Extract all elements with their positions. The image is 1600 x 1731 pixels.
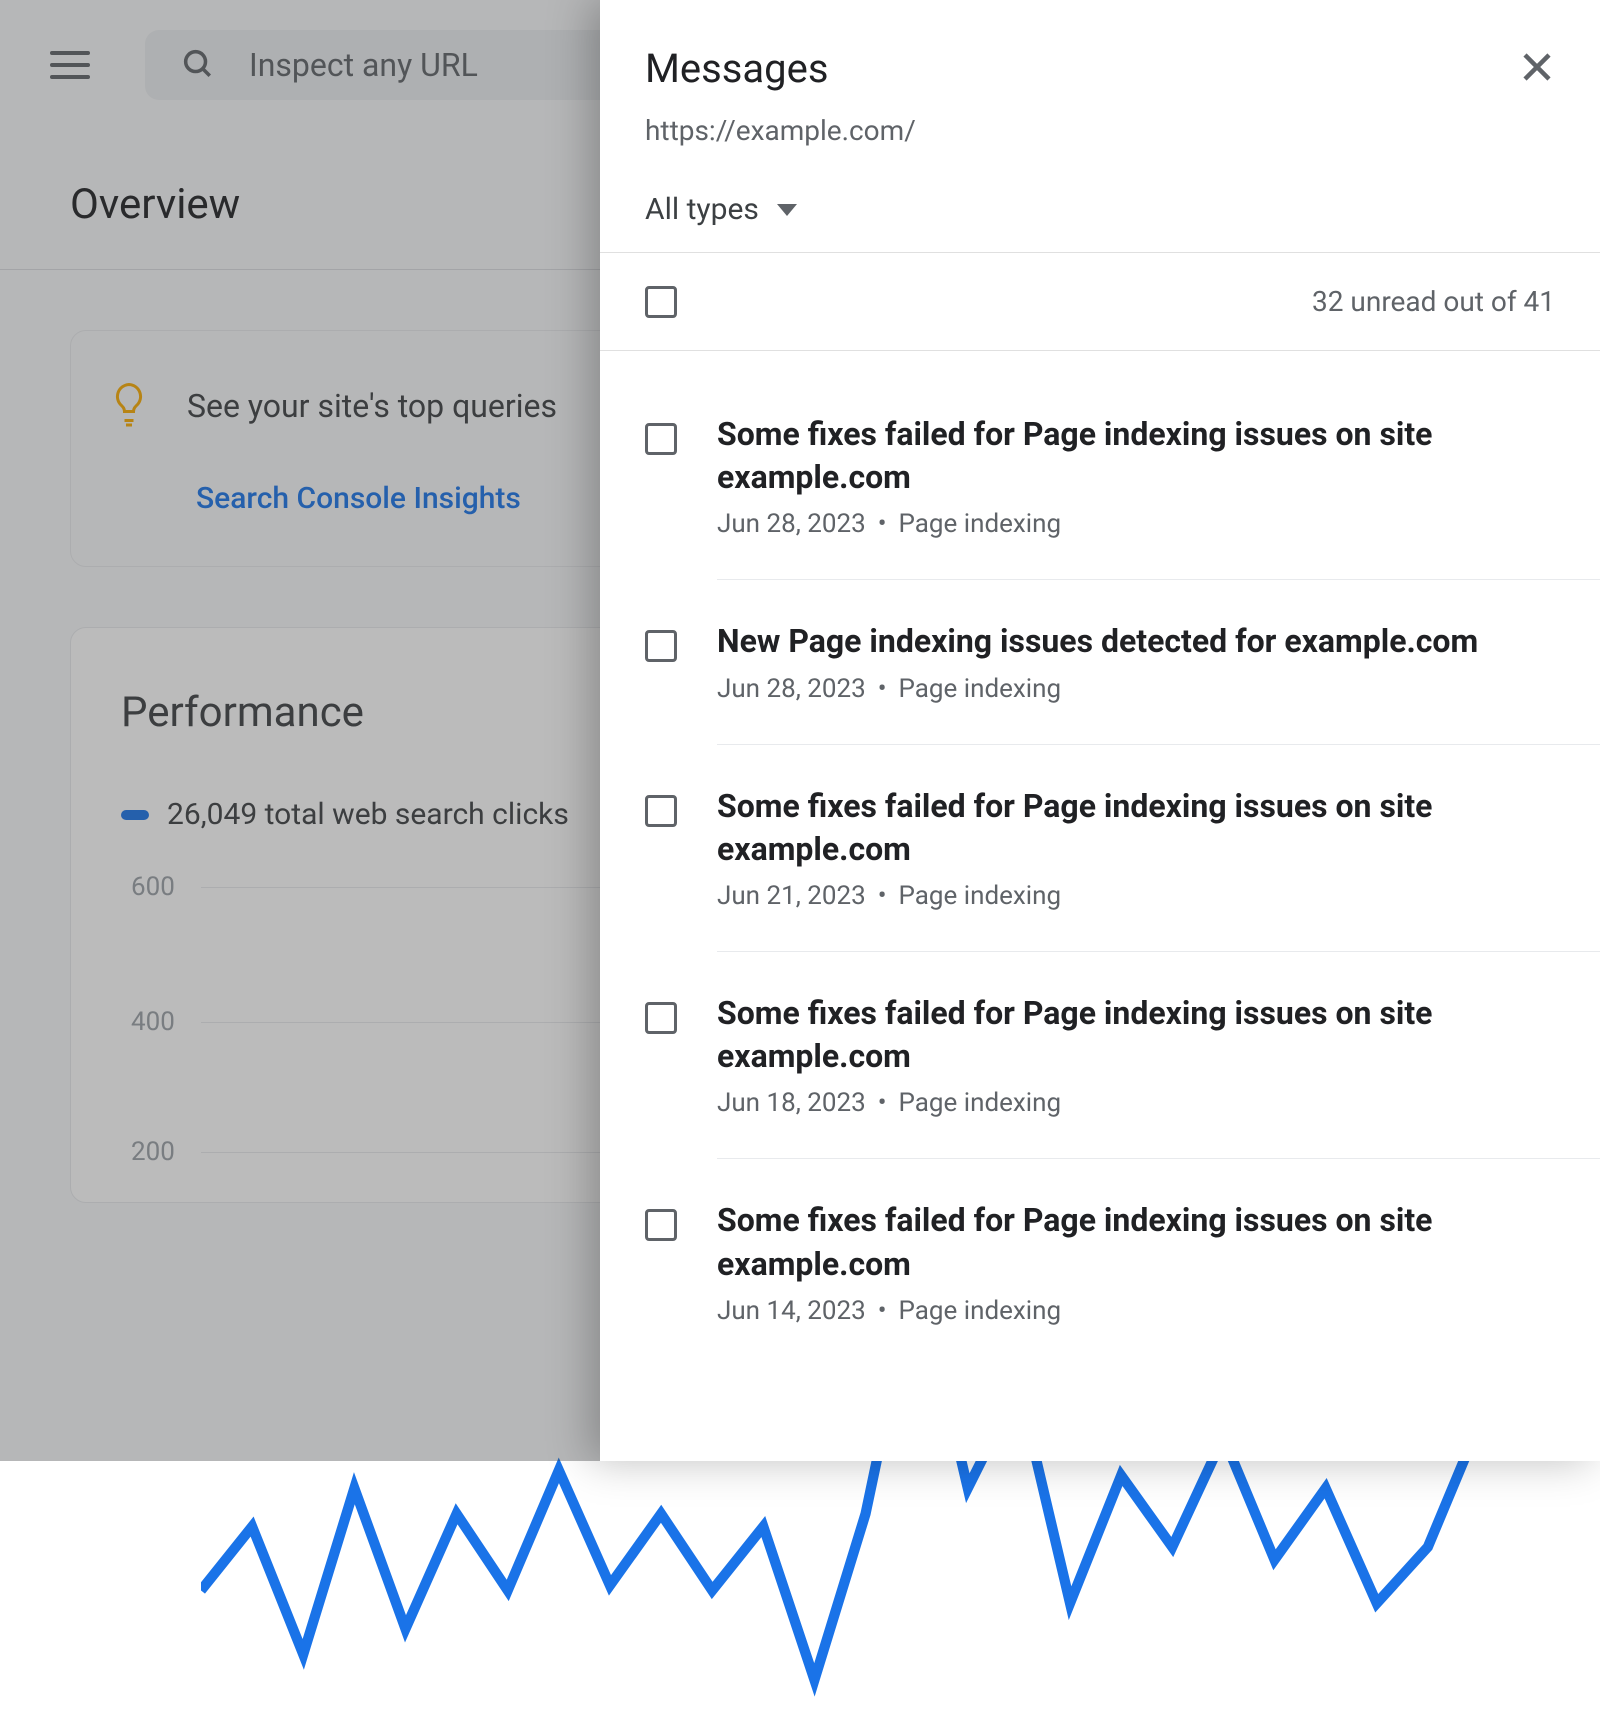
type-filter-dropdown[interactable]: All types	[645, 192, 1555, 227]
message-meta: Jun 18, 2023 • Page indexing	[717, 1088, 1555, 1118]
message-title: Some fixes failed for Page indexing issu…	[717, 992, 1555, 1078]
message-item[interactable]: Some fixes failed for Page indexing issu…	[600, 391, 1600, 561]
message-item[interactable]: Some fixes failed for Page indexing issu…	[600, 1177, 1600, 1347]
message-item[interactable]: New Page indexing issues detected for ex…	[600, 598, 1600, 725]
message-category: Page indexing	[899, 881, 1062, 911]
message-checkbox[interactable]	[645, 1002, 677, 1034]
close-button[interactable]	[1519, 49, 1555, 89]
message-meta: Jun 28, 2023 • Page indexing	[717, 509, 1555, 539]
message-item[interactable]: Some fixes failed for Page indexing issu…	[600, 970, 1600, 1140]
message-date: Jun 21, 2023	[717, 881, 866, 911]
message-checkbox[interactable]	[645, 1209, 677, 1241]
panel-site-url: https://example.com/	[645, 114, 1555, 147]
unread-count: 32 unread out of 41	[1312, 285, 1555, 318]
message-category: Page indexing	[899, 509, 1062, 539]
message-checkbox[interactable]	[645, 795, 677, 827]
message-date: Jun 18, 2023	[717, 1088, 866, 1118]
message-date: Jun 28, 2023	[717, 674, 866, 704]
message-title: Some fixes failed for Page indexing issu…	[717, 413, 1555, 499]
message-date: Jun 14, 2023	[717, 1296, 866, 1326]
message-checkbox[interactable]	[645, 630, 677, 662]
message-meta: Jun 21, 2023 • Page indexing	[717, 881, 1555, 911]
message-meta: Jun 14, 2023 • Page indexing	[717, 1296, 1555, 1326]
message-meta: Jun 28, 2023 • Page indexing	[717, 674, 1555, 704]
message-title: Some fixes failed for Page indexing issu…	[717, 1199, 1555, 1285]
message-checkbox[interactable]	[645, 423, 677, 455]
message-category: Page indexing	[899, 1088, 1062, 1118]
select-all-checkbox[interactable]	[645, 286, 677, 318]
message-date: Jun 28, 2023	[717, 509, 866, 539]
message-item[interactable]: Some fixes failed for Page indexing issu…	[600, 763, 1600, 933]
message-title: New Page indexing issues detected for ex…	[717, 620, 1555, 663]
chevron-down-icon	[777, 204, 797, 216]
message-category: Page indexing	[899, 674, 1062, 704]
message-category: Page indexing	[899, 1296, 1062, 1326]
messages-panel: Messages https://example.com/ All types …	[600, 0, 1600, 1461]
panel-title: Messages	[645, 45, 829, 92]
message-list: Some fixes failed for Page indexing issu…	[600, 351, 1600, 1461]
type-filter-label: All types	[645, 192, 759, 227]
message-title: Some fixes failed for Page indexing issu…	[717, 785, 1555, 871]
